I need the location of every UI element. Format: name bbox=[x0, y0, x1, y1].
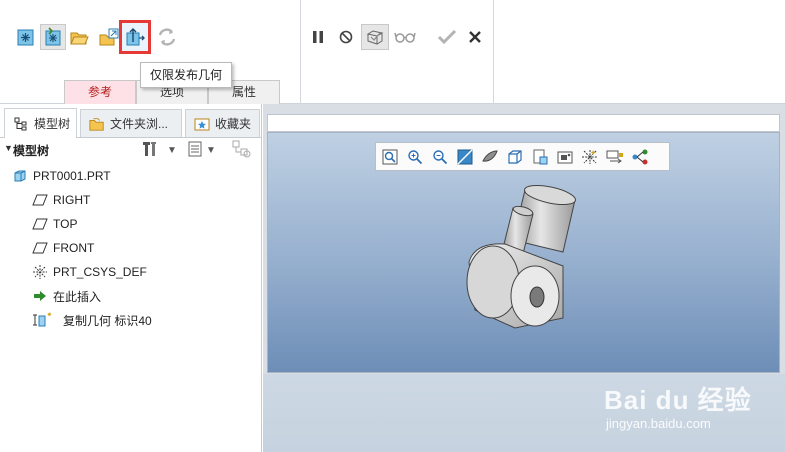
csys-icon[interactable] bbox=[13, 24, 39, 50]
csys-icon bbox=[32, 264, 48, 280]
publish-geometry-only-icon[interactable] bbox=[119, 20, 151, 54]
tooltip: 仅限发布几何 bbox=[140, 62, 233, 88]
tree-item-top[interactable]: TOP bbox=[32, 214, 77, 234]
chevron-down-icon: ▼ bbox=[167, 144, 177, 156]
tab-references[interactable]: 参考 bbox=[64, 80, 136, 104]
part-model-graphic bbox=[466, 184, 576, 329]
datum-plane-icon bbox=[32, 240, 48, 256]
model-tree-header: ▼ 模型树 ▼ ▼ bbox=[0, 138, 262, 162]
ok-check-icon[interactable] bbox=[434, 24, 460, 50]
tree-item-label: RIGHT bbox=[53, 193, 91, 207]
spin-center-icon[interactable] bbox=[604, 146, 626, 168]
pause-icon[interactable] bbox=[305, 24, 331, 50]
tree-item-right[interactable]: RIGHT bbox=[32, 190, 90, 210]
collapse-triangle-icon[interactable]: ▼ bbox=[4, 143, 13, 153]
cancel-x-icon[interactable] bbox=[462, 24, 488, 50]
show-dropdown[interactable]: ▼ bbox=[188, 141, 216, 159]
list-icon bbox=[188, 141, 202, 160]
tab-folder-browser[interactable]: 文件夹浏... bbox=[80, 109, 182, 137]
saved-views-icon[interactable] bbox=[504, 146, 526, 168]
verify-icon[interactable] bbox=[361, 24, 389, 50]
datum-plane-icon bbox=[32, 216, 48, 232]
tree-item-front[interactable]: FRONT bbox=[32, 238, 94, 258]
repaint-icon[interactable] bbox=[454, 146, 476, 168]
settings-dropdown[interactable]: ▼ bbox=[143, 141, 177, 159]
watermark-brand: Bai du 经验 bbox=[604, 385, 752, 415]
chevron-down-icon: ▼ bbox=[206, 144, 216, 156]
divider bbox=[300, 0, 301, 104]
update-icon[interactable] bbox=[154, 24, 180, 50]
favorites-icon bbox=[194, 117, 210, 131]
dashboard: 参考 选项 属性 仅限发布几何 bbox=[0, 0, 785, 104]
divider bbox=[493, 0, 494, 104]
refit-icon[interactable] bbox=[379, 146, 401, 168]
annotation-display-icon[interactable] bbox=[629, 146, 651, 168]
tree-item-label: 在此插入 bbox=[53, 289, 102, 304]
part-model bbox=[455, 170, 595, 335]
tree-item-label: TOP bbox=[53, 217, 78, 231]
open-folder-icon[interactable] bbox=[66, 24, 92, 50]
tab-favorites-label: 收藏夹 bbox=[215, 117, 252, 131]
tree-item-label: FRONT bbox=[53, 241, 95, 255]
navigator-panel: 模型树 文件夹浏... 收藏夹 ▼ 模型树 ▼ ▼ PRT0001.PRT RI… bbox=[0, 104, 262, 452]
tree-item-label: 复制几何 标识40 bbox=[63, 313, 152, 328]
model-tree-icon bbox=[13, 117, 29, 131]
part-icon bbox=[12, 168, 28, 184]
datum-plane-icon bbox=[32, 192, 48, 208]
graphics-toolbar bbox=[375, 142, 670, 171]
copy-geometry-icon bbox=[32, 312, 58, 328]
tools-icon bbox=[143, 141, 163, 160]
filter-button[interactable] bbox=[232, 140, 252, 161]
navigator-tabs: 模型树 文件夹浏... 收藏夹 bbox=[0, 106, 262, 138]
tree-item-part[interactable]: PRT0001.PRT bbox=[12, 166, 111, 186]
view-manager-icon[interactable] bbox=[529, 146, 551, 168]
display-style-icon[interactable] bbox=[479, 146, 501, 168]
tree-item-label: PRT0001.PRT bbox=[33, 169, 111, 183]
perspective-icon[interactable] bbox=[554, 146, 576, 168]
zoom-out-icon[interactable] bbox=[429, 146, 451, 168]
tab-model-tree[interactable]: 模型树 bbox=[4, 108, 77, 138]
tree-item-label: PRT_CSYS_DEF bbox=[53, 265, 147, 279]
external-ref-icon[interactable] bbox=[96, 24, 122, 50]
model-tree-title: 模型树 bbox=[13, 143, 50, 158]
tab-favorites[interactable]: 收藏夹 bbox=[185, 109, 260, 137]
filter-icon bbox=[232, 140, 252, 161]
tab-model-tree-label: 模型树 bbox=[34, 117, 71, 131]
no-preview-icon[interactable] bbox=[333, 24, 359, 50]
watermark-url: jingyan.baidu.com bbox=[606, 416, 711, 431]
zoom-in-icon[interactable] bbox=[404, 146, 426, 168]
import-csys-icon[interactable] bbox=[40, 24, 66, 50]
tree-item-copy-geometry[interactable]: 复制几何 标识40 bbox=[32, 310, 152, 330]
glasses-icon[interactable] bbox=[392, 24, 418, 50]
graphics-header-strip bbox=[267, 114, 780, 132]
insert-here-arrow-icon bbox=[32, 288, 48, 304]
datum-display-icon[interactable] bbox=[579, 146, 601, 168]
folder-browser-icon bbox=[89, 117, 105, 131]
tab-folder-browser-label: 文件夹浏... bbox=[110, 117, 169, 131]
tree-item-csys[interactable]: PRT_CSYS_DEF bbox=[32, 262, 147, 282]
watermark: Bai du 经验 jingyan.baidu.com bbox=[600, 380, 780, 440]
tree-item-insert-here[interactable]: 在此插入 bbox=[32, 286, 101, 306]
